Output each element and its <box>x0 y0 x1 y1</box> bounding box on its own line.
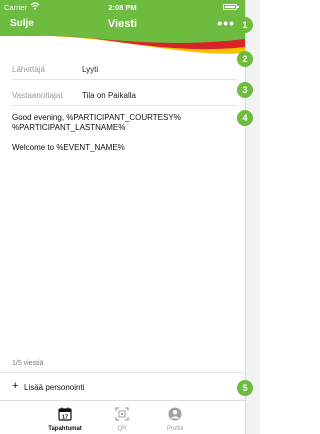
tab-qr[interactable]: QR <box>95 405 149 433</box>
header-wave-decoration <box>0 35 245 54</box>
qr-icon <box>115 407 129 421</box>
page-title: Viesti <box>107 18 138 30</box>
status-time: 2:08 PM <box>108 3 137 12</box>
message-body[interactable]: Good evening, %PARTICIPANT_COURTESY% %PA… <box>12 113 237 163</box>
recipients-label: Vastaanottajat <box>12 91 63 100</box>
marker-2: 2 <box>237 51 253 67</box>
battery-icon <box>223 4 237 10</box>
marker-3: 3 <box>237 82 253 98</box>
add-personalization-button[interactable]: + Lisää personointi <box>0 372 245 400</box>
calendar-icon: 17 <box>58 407 72 421</box>
sender-row: Lähettäjä Lyyti <box>12 58 237 80</box>
sender-label: Lähettäjä <box>12 65 45 74</box>
nav-bar: Sulje Viesti ••• <box>0 14 245 36</box>
message-line-welcome: Welcome to %EVENT_NAME% <box>12 143 125 152</box>
sender-value: Lyyti <box>82 65 99 74</box>
message-counter: 1/5 viestiä <box>12 360 44 367</box>
tab-qr-label: QR <box>117 426 127 432</box>
tab-events-label: Tapahtumat <box>48 426 82 432</box>
add-personalization-label: Lisää personointi <box>24 383 85 392</box>
tab-profile[interactable]: Profiili <box>148 405 202 433</box>
marker-4: 4 <box>237 110 253 126</box>
marker-5: 5 <box>237 380 253 396</box>
phone-screen: Carrier 2:08 PM Sulje Viesti ••• Lähettä… <box>0 0 245 434</box>
profile-icon <box>168 407 182 421</box>
tab-bar: 17 Tapahtumat QR Profiili <box>0 400 245 434</box>
marker-1: 1 <box>237 17 253 33</box>
battery-tip <box>237 6 239 8</box>
more-options-button[interactable]: ••• <box>217 15 235 31</box>
status-bar: Carrier 2:08 PM <box>0 0 245 14</box>
recipients-value: Tila on Paikalla <box>82 91 136 100</box>
plus-icon: + <box>12 380 19 392</box>
tab-profile-label: Profiili <box>166 426 184 432</box>
recipients-row[interactable]: Vastaanottajat Tila on Paikalla <box>12 84 237 106</box>
message-line-greeting: Good evening, %PARTICIPANT_COURTESY% %PA… <box>12 113 181 132</box>
tab-events[interactable]: 17 Tapahtumat <box>38 405 92 433</box>
calendar-day-number: 17 <box>62 415 68 421</box>
